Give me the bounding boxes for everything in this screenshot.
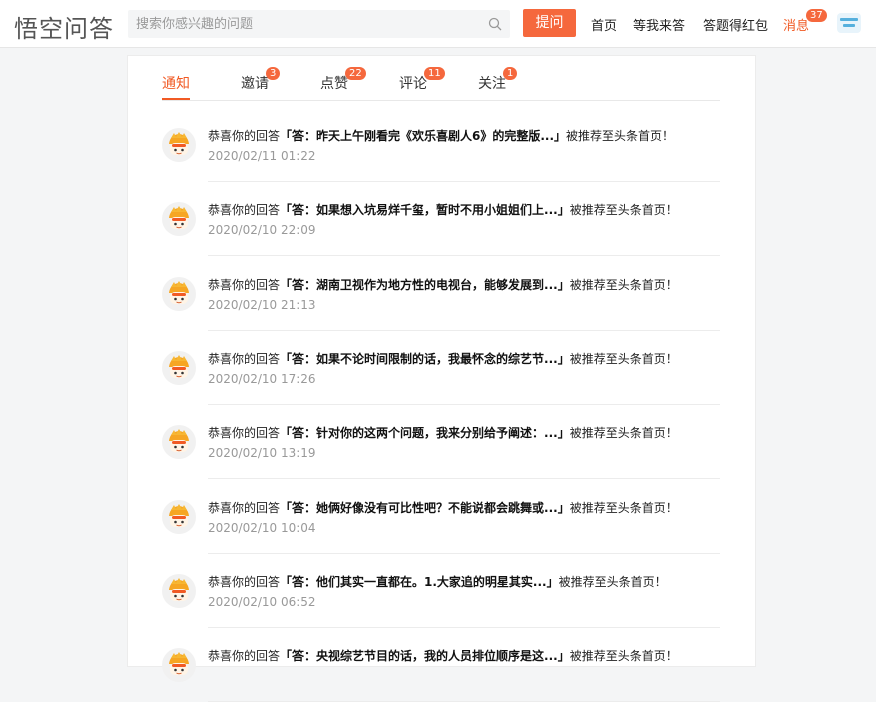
- answer-link[interactable]: 「答：昨天上午刚看完《欢乐喜剧人6》的完整版...」: [280, 129, 566, 143]
- notification-suffix: 被推荐至头条首页！: [569, 351, 678, 366]
- nav-messages[interactable]: 消息 37: [783, 9, 827, 34]
- notification-panel: 通知 邀请 3 点赞 22 评论 11 关注 1 恭喜你的回答「答：昨天上午刚看…: [127, 55, 756, 702]
- notification-prefix: 恭喜你的回答: [208, 500, 281, 515]
- search-box[interactable]: [128, 10, 510, 38]
- ask-question-button[interactable]: 提问: [523, 9, 576, 37]
- likes-count-badge: 22: [345, 67, 366, 80]
- notification-suffix: 被推荐至头条首页！: [569, 203, 678, 218]
- notification-suffix: 被推荐至头条首页！: [569, 426, 678, 441]
- wukong-avatar-icon: [162, 573, 196, 608]
- nav-red-packet[interactable]: 答题得红包: [703, 15, 768, 34]
- notification-item[interactable]: 恭喜你的回答「答：央视综艺节目的话，我的人员排位顺序是这...」被推荐至头条首页…: [162, 628, 720, 702]
- notification-text: 恭喜你的回答「答：昨天上午刚看完《欢乐喜剧人6》的完整版...」被推荐至头条首页…: [208, 127, 674, 144]
- wukong-avatar-icon: [162, 202, 196, 237]
- notification-prefix: 恭喜你的回答: [208, 203, 281, 218]
- notification-text: 恭喜你的回答「答：如果不论时间限制的话，我最怀念的综艺节...」被推荐至头条首页…: [208, 350, 678, 367]
- answer-link[interactable]: 「答：针对你的这两个问题，我来分别给予阐述：...」: [280, 426, 570, 440]
- tab-invite[interactable]: 邀请 3: [241, 67, 281, 93]
- notification-prefix: 恭喜你的回答: [208, 649, 281, 664]
- wukong-avatar-icon: [162, 425, 196, 460]
- search-input[interactable]: [128, 10, 476, 38]
- answer-link[interactable]: 「答：如果想入坑易烊千玺，暂时不用小姐姐们上...」: [280, 203, 570, 217]
- notification-item[interactable]: 恭喜你的回答「答：如果想入坑易烊千玺，暂时不用小姐姐们上...」被推荐至头条首页…: [162, 182, 720, 257]
- nav-wait-answer[interactable]: 等我来答: [633, 15, 685, 34]
- notification-suffix: 被推荐至头条首页！: [566, 129, 675, 143]
- notification-item[interactable]: 恭喜你的回答「答：昨天上午刚看完《欢乐喜剧人6》的完整版...」被推荐至头条首页…: [162, 108, 720, 182]
- answer-link[interactable]: 「答：湖南卫视作为地方性的电视台，能够发展到...」: [280, 278, 570, 292]
- answer-link[interactable]: 「答：央视综艺节目的话，我的人员排位顺序是这...」: [280, 649, 570, 663]
- nav-messages-label: 消息: [783, 19, 810, 34]
- tab-follow-label: 关注: [478, 76, 506, 92]
- messages-count-badge: 37: [806, 9, 827, 22]
- notification-suffix: 被推荐至头条首页！: [558, 574, 667, 589]
- comments-count-badge: 11: [424, 67, 445, 80]
- active-tab-indicator: [162, 98, 190, 100]
- tab-follow[interactable]: 关注 1: [478, 67, 518, 93]
- notification-time: 2020/02/11 01:22: [208, 149, 316, 163]
- user-avatar-icon[interactable]: [835, 9, 863, 37]
- notification-suffix: 被推荐至头条首页！: [569, 649, 678, 664]
- answer-link[interactable]: 「答：她俩好像没有可比性吧？不能说都会跳舞或...」: [280, 501, 570, 515]
- tab-bar: 通知 邀请 3 点赞 22 评论 11 关注 1: [162, 56, 720, 101]
- notification-item[interactable]: 恭喜你的回答「答：他们其实一直都在。1.大家追的明星其实...」被推荐至头条首页…: [162, 554, 720, 628]
- notification-time: 2020/02/10 21:13: [208, 297, 316, 312]
- tab-likes-label: 点赞: [320, 76, 348, 92]
- notification-text: 恭喜你的回答「答：针对你的这两个问题，我来分别给予阐述：...」被推荐至头条首页…: [208, 424, 678, 441]
- notification-prefix: 恭喜你的回答: [208, 426, 281, 441]
- invite-count-badge: 3: [266, 67, 281, 80]
- notification-time: 2020/02/10 10:04: [208, 520, 316, 535]
- notification-text: 恭喜你的回答「答：她俩好像没有可比性吧？不能说都会跳舞或...」被推荐至头条首页…: [208, 499, 678, 516]
- follow-count-badge: 1: [503, 67, 518, 80]
- tab-notice-label: 通知: [162, 76, 190, 92]
- wukong-avatar-icon: [162, 350, 196, 385]
- top-bar: 悟空问答 提问 首页 等我来答 答题得红包 消息 37: [0, 0, 876, 48]
- notification-prefix: 恭喜你的回答: [208, 129, 281, 143]
- notification-text: 恭喜你的回答「答：央视综艺节目的话，我的人员排位顺序是这...」被推荐至头条首页…: [208, 647, 678, 664]
- wukong-avatar-icon: [162, 276, 196, 311]
- notification-time: 2020/02/10 22:09: [208, 223, 316, 238]
- search-icon[interactable]: [488, 17, 502, 31]
- tab-likes[interactable]: 点赞 22: [320, 67, 366, 93]
- notification-suffix: 被推荐至头条首页！: [569, 500, 678, 515]
- notification-time: 2020/02/10 17:26: [208, 371, 316, 386]
- wukong-avatar-icon: [162, 648, 196, 683]
- tab-comments[interactable]: 评论 11: [399, 67, 445, 93]
- notification-text: 恭喜你的回答「答：湖南卫视作为地方性的电视台，能够发展到...」被推荐至头条首页…: [208, 276, 678, 293]
- site-logo[interactable]: 悟空问答: [14, 9, 114, 44]
- tab-notice[interactable]: 通知: [162, 73, 190, 93]
- notification-prefix: 恭喜你的回答: [208, 277, 281, 292]
- nav-home[interactable]: 首页: [591, 15, 617, 34]
- notification-item[interactable]: 恭喜你的回答「答：如果不论时间限制的话，我最怀念的综艺节...」被推荐至头条首页…: [162, 331, 720, 405]
- notification-item[interactable]: 恭喜你的回答「答：针对你的这两个问题，我来分别给予阐述：...」被推荐至头条首页…: [162, 405, 720, 480]
- notification-suffix: 被推荐至头条首页！: [569, 277, 678, 292]
- notification-prefix: 恭喜你的回答: [208, 574, 281, 589]
- notification-time: 2020/02/10 13:19: [208, 446, 316, 461]
- answer-link[interactable]: 「答：他们其实一直都在。1.大家追的明星其实...」: [280, 575, 559, 589]
- notification-item[interactable]: 恭喜你的回答「答：湖南卫视作为地方性的电视台，能够发展到...」被推荐至头条首页…: [162, 257, 720, 331]
- tab-comments-label: 评论: [399, 76, 427, 92]
- notification-time: 2020/02/10 06:52: [208, 594, 316, 609]
- tab-invite-label: 邀请: [241, 76, 269, 92]
- answer-link[interactable]: 「答：如果不论时间限制的话，我最怀念的综艺节...」: [280, 352, 570, 366]
- notification-text: 恭喜你的回答「答：如果想入坑易烊千玺，暂时不用小姐姐们上...」被推荐至头条首页…: [208, 201, 678, 218]
- notification-prefix: 恭喜你的回答: [208, 351, 281, 366]
- notification-text: 恭喜你的回答「答：他们其实一直都在。1.大家追的明星其实...」被推荐至头条首页…: [208, 573, 667, 590]
- notification-item[interactable]: 恭喜你的回答「答：她俩好像没有可比性吧？不能说都会跳舞或...」被推荐至头条首页…: [162, 480, 720, 554]
- wukong-avatar-icon: [162, 499, 196, 534]
- wukong-avatar-icon: [162, 128, 196, 162]
